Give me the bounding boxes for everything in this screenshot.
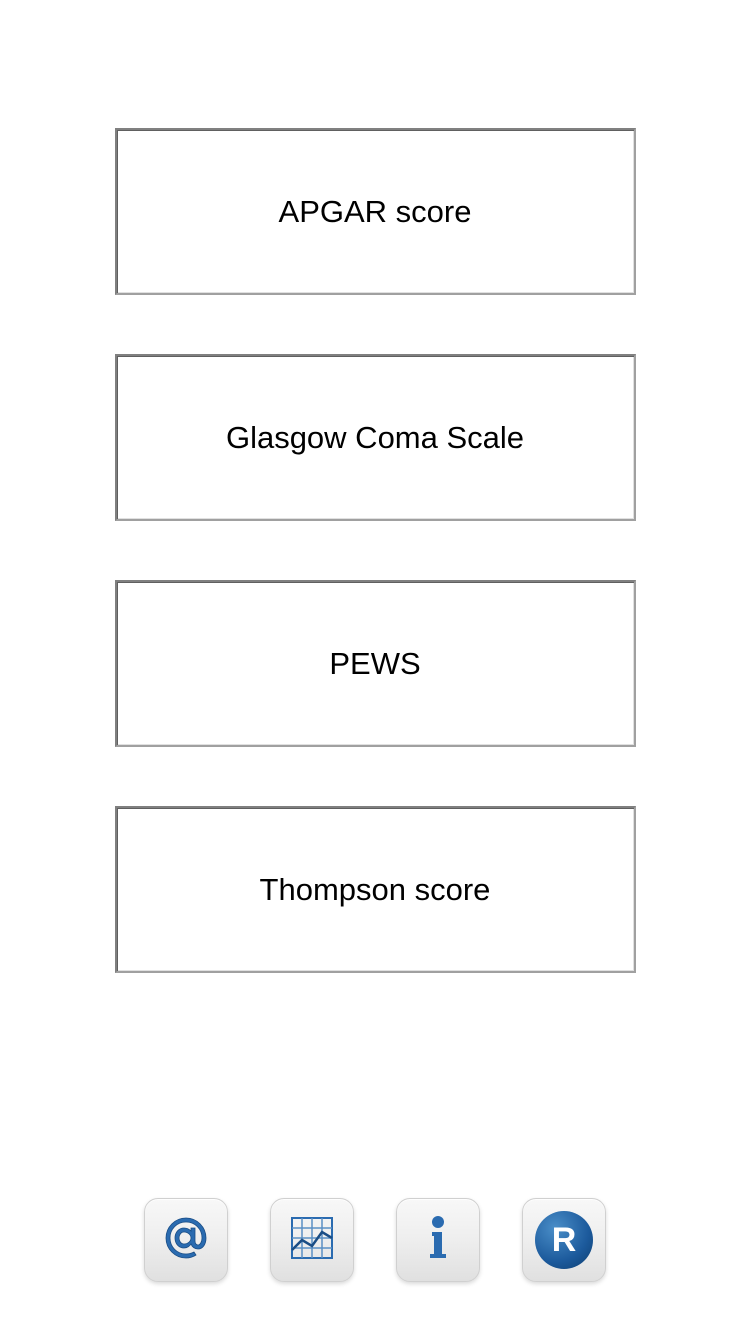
toolbar-button-info[interactable] (396, 1198, 480, 1282)
menu-button-thompson[interactable]: Thompson score (115, 806, 636, 973)
toolbar-button-chart[interactable] (270, 1198, 354, 1282)
menu-item-label: APGAR score (279, 194, 472, 230)
menu-item-label: Glasgow Coma Scale (226, 420, 524, 456)
r-icon: R (535, 1211, 593, 1269)
bottom-toolbar: R (0, 1198, 750, 1282)
main-menu: APGAR score Glasgow Coma Scale PEWS Thom… (0, 0, 750, 1032)
chart-icon (284, 1210, 340, 1271)
toolbar-button-reference[interactable]: R (522, 1198, 606, 1282)
menu-button-pews[interactable]: PEWS (115, 580, 636, 747)
toolbar-button-contact[interactable] (144, 1198, 228, 1282)
menu-button-glasgow[interactable]: Glasgow Coma Scale (115, 354, 636, 521)
menu-item-label: PEWS (329, 646, 420, 682)
info-icon (410, 1210, 466, 1271)
menu-button-apgar[interactable]: APGAR score (115, 128, 636, 295)
at-icon (158, 1210, 214, 1271)
menu-item-label: Thompson score (260, 872, 491, 908)
